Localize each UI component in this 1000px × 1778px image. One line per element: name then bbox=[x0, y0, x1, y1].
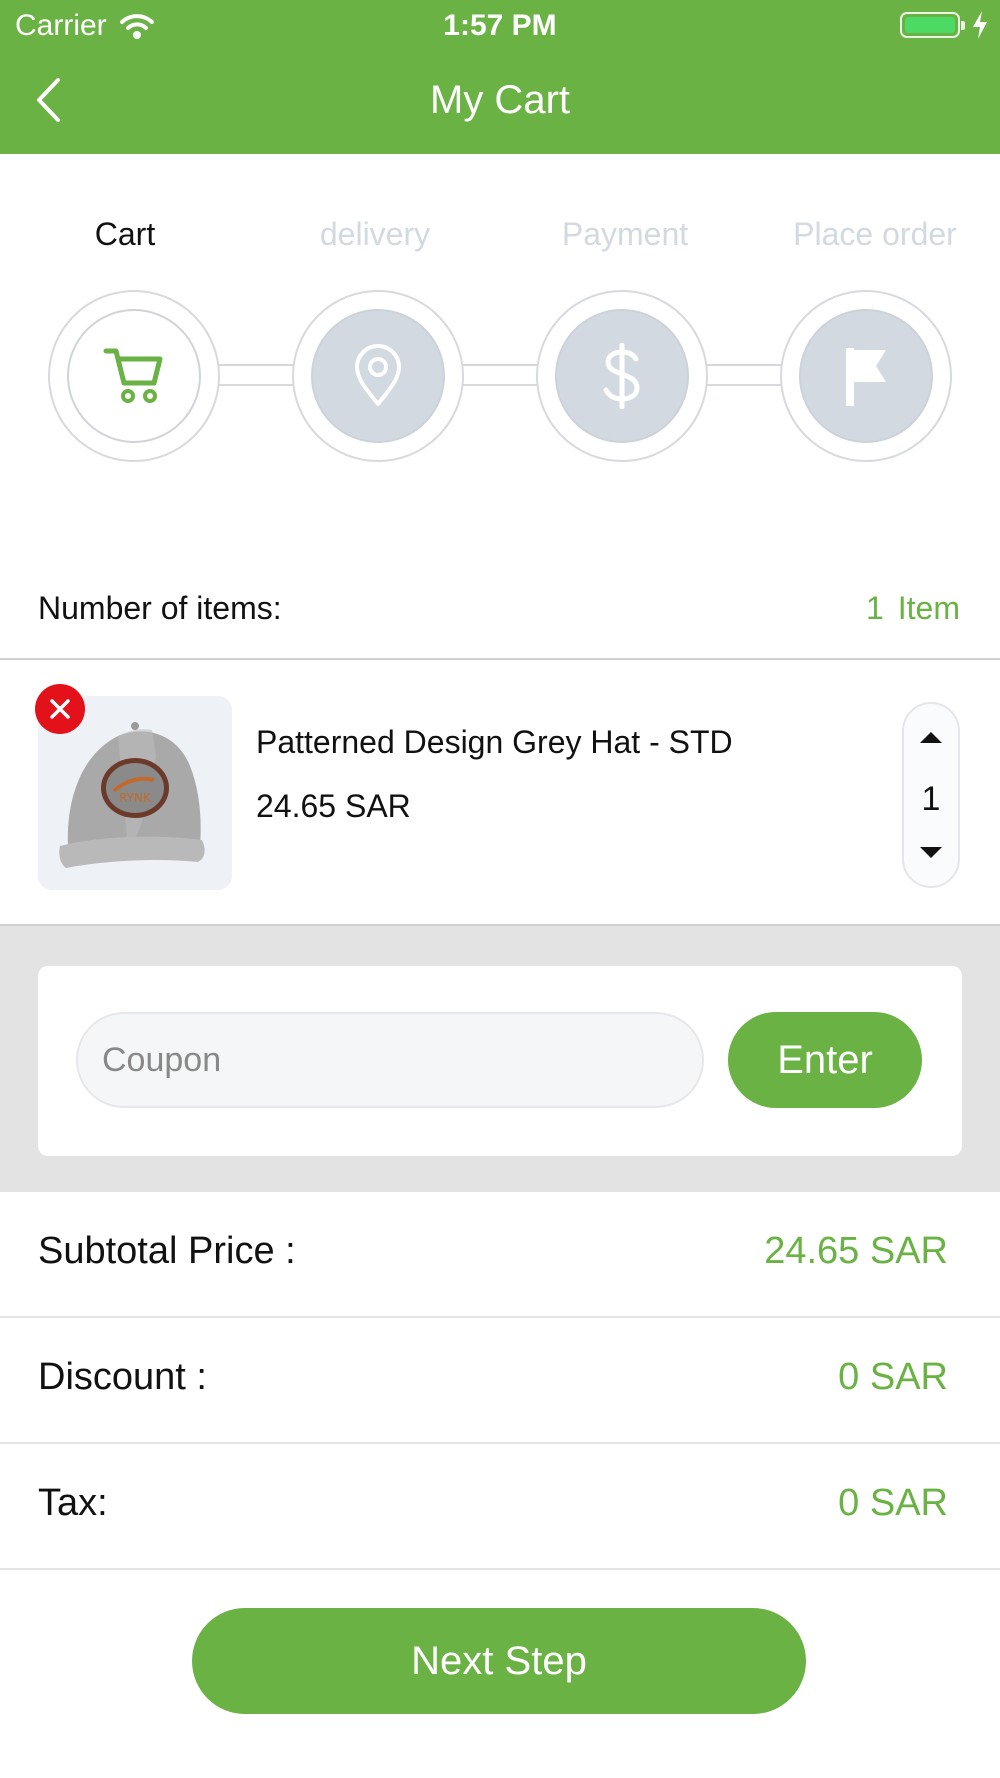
discount-row: Discount : 0 SAR bbox=[0, 1318, 1000, 1444]
status-time: 1:57 PM bbox=[443, 9, 557, 42]
product-price: 24.65 SAR bbox=[256, 788, 411, 824]
step-cart-circle bbox=[67, 309, 201, 443]
close-icon bbox=[50, 699, 70, 719]
flag-icon bbox=[846, 348, 886, 406]
page-title: My Cart bbox=[430, 78, 570, 122]
tax-row: Tax: 0 SAR bbox=[0, 1444, 1000, 1570]
checkout-steps: Cart delivery Payment Place order bbox=[0, 154, 1000, 574]
tax-value: 0 SAR bbox=[838, 1482, 948, 1524]
step-payment[interactable] bbox=[536, 290, 708, 462]
items-count-number: 1 bbox=[865, 590, 884, 626]
step-connector bbox=[706, 364, 784, 386]
items-count-unit: Item bbox=[897, 590, 960, 626]
remove-item-button[interactable] bbox=[35, 684, 85, 734]
quantity-decrease-button[interactable] bbox=[904, 838, 958, 868]
cart-icon bbox=[103, 348, 163, 403]
dollar-icon bbox=[603, 343, 640, 409]
status-bar: Carrier 1:57 PM bbox=[0, 0, 1000, 50]
caret-down-icon bbox=[920, 847, 942, 858]
step-cart[interactable] bbox=[48, 290, 220, 462]
quantity-stepper: 1 bbox=[902, 702, 960, 888]
caret-up-icon bbox=[920, 732, 942, 743]
step-payment-circle bbox=[555, 309, 689, 443]
quantity-increase-button[interactable] bbox=[904, 722, 958, 752]
step-label-payment: Payment bbox=[561, 216, 689, 252]
step-connector bbox=[218, 364, 296, 386]
discount-value: 0 SAR bbox=[838, 1356, 948, 1398]
apply-coupon-button[interactable]: Enter bbox=[728, 1012, 922, 1108]
items-count-row: Number of items: 1 Item bbox=[0, 560, 1000, 660]
nav-bar: My Cart bbox=[0, 50, 1000, 154]
subtotal-row: Subtotal Price : 24.65 SAR bbox=[0, 1192, 1000, 1318]
discount-label: Discount : bbox=[38, 1356, 207, 1398]
subtotal-label: Subtotal Price : bbox=[38, 1230, 296, 1272]
step-place-order[interactable] bbox=[780, 290, 952, 462]
coupon-card: Enter bbox=[38, 966, 962, 1156]
app-header: Carrier 1:57 PM My Cart bbox=[0, 0, 1000, 154]
step-label-delivery: delivery bbox=[319, 216, 431, 252]
items-count-value: 1 Item bbox=[866, 590, 960, 627]
step-delivery[interactable] bbox=[292, 290, 464, 462]
location-pin-icon bbox=[355, 344, 401, 406]
product-name[interactable]: Patterned Design Grey Hat - STD bbox=[256, 724, 733, 761]
cart-item: RYNK Patterned Design Grey Hat - STD 24.… bbox=[0, 660, 1000, 926]
coupon-input[interactable] bbox=[76, 1012, 704, 1108]
next-step-button[interactable]: Next Step bbox=[192, 1608, 806, 1714]
coupon-section: Enter bbox=[0, 926, 1000, 1192]
step-delivery-circle bbox=[311, 309, 445, 443]
quantity-value: 1 bbox=[921, 780, 941, 818]
battery-icon bbox=[900, 12, 965, 38]
step-place-order-circle bbox=[799, 309, 933, 443]
items-count-label: Number of items: bbox=[38, 590, 282, 626]
subtotal-value: 24.65 SAR bbox=[764, 1230, 948, 1272]
step-label-place-order: Place order bbox=[793, 216, 957, 252]
svg-text:RYNK: RYNK bbox=[119, 791, 152, 805]
step-connector bbox=[462, 364, 540, 386]
step-label-cart: Cart bbox=[94, 216, 156, 252]
tax-label: Tax: bbox=[38, 1482, 108, 1524]
charging-bolt-icon bbox=[973, 11, 987, 39]
